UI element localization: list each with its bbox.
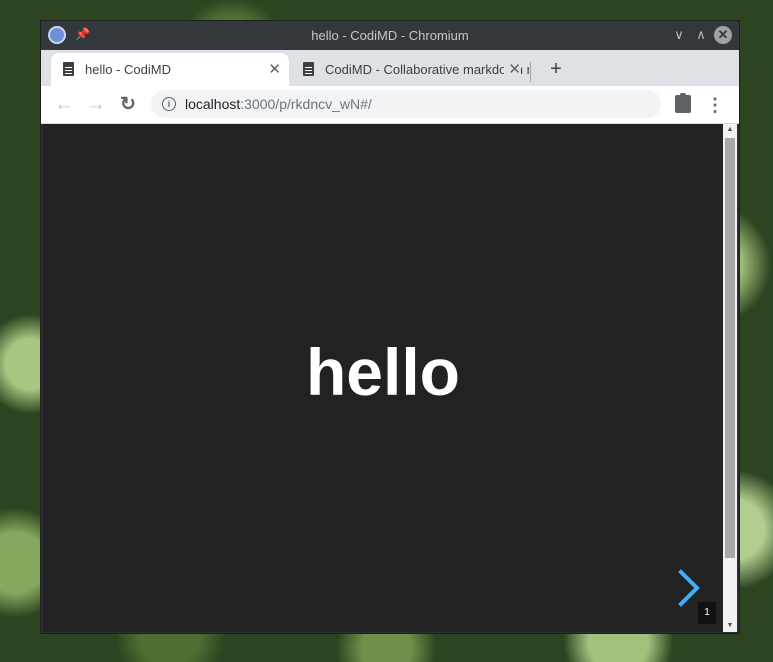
back-button[interactable]: ← [51,92,77,118]
maximize-button[interactable]: ∧ [691,25,711,45]
scroll-thumb[interactable] [725,138,735,558]
vertical-scrollbar[interactable]: ▲ ▼ [723,124,737,632]
site-info-icon[interactable]: i [162,97,176,111]
clipboard-extension-icon[interactable] [675,93,691,113]
forward-button[interactable]: → [83,92,109,118]
url-host: localhost [185,96,241,112]
tab-separator [530,62,531,82]
url-path: :3000/p/rkdncv_wN#/ [240,96,372,112]
slide-heading: hello [305,335,460,409]
slide-viewport: hello 1 [43,124,723,632]
browser-toolbar: ← → ↻ i localhost:3000/p/rkdncv_wN#/ ⋮ [41,86,739,124]
tab-label: hello - CodiMD [85,62,171,77]
address-bar[interactable]: i localhost:3000/p/rkdncv_wN#/ [151,90,661,118]
window-title: hello - CodiMD - Chromium [311,28,469,43]
tab-codimd-collaborative[interactable]: CodiMD - Collaborative markdown notes ✕ [291,53,529,86]
scroll-down-arrow[interactable]: ▼ [723,620,737,632]
tab-close-button[interactable]: ✕ [504,53,521,86]
tab-label: CodiMD - Collaborative markdown notes [325,62,529,77]
url-text: localhost:3000/p/rkdncv_wN#/ [185,90,372,118]
document-icon [303,62,314,76]
window-titlebar: 📌 hello - CodiMD - Chromium ∨ ∧ ✕ [41,21,739,50]
new-tab-button[interactable]: + [541,53,571,86]
document-icon [63,62,74,76]
minimize-button[interactable]: ∨ [669,25,689,45]
tab-strip: hello - CodiMD ✕ CodiMD - Collaborative … [41,50,739,86]
scroll-up-arrow[interactable]: ▲ [723,124,737,136]
reload-button[interactable]: ↻ [115,92,141,118]
tab-close-button[interactable]: ✕ [268,53,281,86]
close-window-button[interactable]: ✕ [714,26,732,44]
browser-menu-button[interactable]: ⋮ [705,92,725,118]
tab-hello-codimd[interactable]: hello - CodiMD ✕ [51,53,289,86]
browser-window: 📌 hello - CodiMD - Chromium ∨ ∧ ✕ hello … [40,20,740,634]
slide-number: 1 [698,602,716,624]
